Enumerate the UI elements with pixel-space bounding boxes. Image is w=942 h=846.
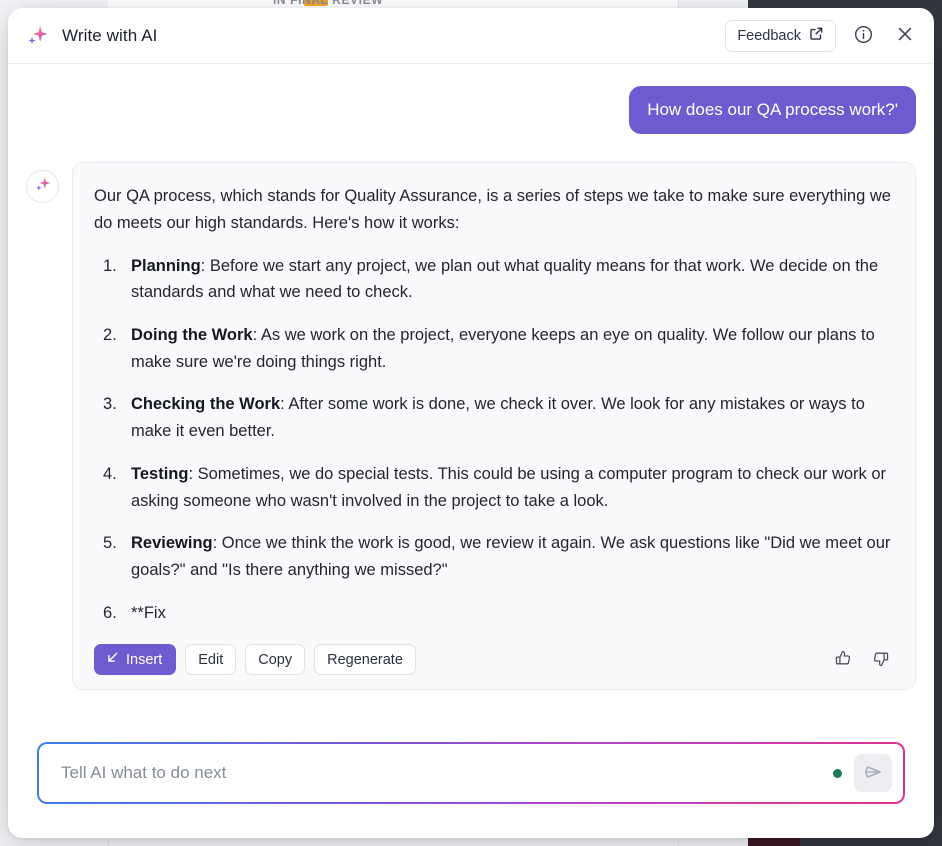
list-item: **Fix [94, 600, 894, 627]
ai-response-card: Our QA process, which stands for Quality… [72, 162, 916, 691]
page-title: Write with AI [62, 25, 158, 45]
external-link-icon [809, 26, 824, 45]
list-item-lead: Doing the Work [131, 325, 253, 344]
user-message-row: How does our QA process work?' [26, 86, 916, 135]
list-item-body: : Once we think the work is good, we rev… [131, 534, 891, 579]
status-indicator-dot [833, 768, 842, 778]
list-item: Reviewing: Once we think the work is goo… [94, 530, 894, 583]
list-item-lead: Planning [131, 256, 201, 275]
info-circle-icon-button[interactable] [848, 21, 878, 51]
ai-message-row: Our QA process, which stands for Quality… [26, 162, 916, 691]
avatar [26, 170, 59, 204]
list-item-lead: Testing [131, 464, 189, 483]
backdrop-card-label: IN FINAL REVIEW [273, 0, 384, 7]
dialog-header: Write with AI Feedback [8, 8, 934, 64]
sparkle-icon [24, 23, 50, 49]
list-item-body: **Fix [131, 603, 166, 622]
composer-gradient-border [37, 742, 905, 804]
thumbs-up-icon [834, 649, 853, 671]
insert-button-label: Insert [126, 651, 163, 668]
list-item: Planning: Before we start any project, w… [94, 253, 894, 306]
list-item-body: : Before we start any project, we plan o… [131, 256, 879, 302]
list-item-lead: Reviewing [131, 534, 213, 553]
close-icon [895, 24, 915, 47]
arrow-down-left-icon [105, 650, 120, 669]
prompt-input[interactable] [61, 744, 821, 802]
edit-button[interactable]: Edit [185, 644, 237, 676]
close-button[interactable] [890, 21, 920, 51]
insert-button[interactable]: Insert [94, 644, 177, 676]
edit-button-label: Edit [198, 651, 224, 668]
list-item: Doing the Work: As we work on the projec… [94, 322, 894, 375]
composer-zone [8, 722, 934, 838]
list-item-body: : Sometimes, we do special tests. This c… [131, 464, 887, 510]
ai-response-list: Planning: Before we start any project, w… [94, 253, 894, 627]
sparkle-icon [33, 175, 52, 199]
thumbs-down-icon [871, 649, 890, 671]
send-paper-plane-icon [863, 762, 883, 785]
composer-inner [39, 744, 903, 802]
conversation-area: How does our QA process work?' Our QA pr… [8, 64, 934, 722]
info-circle-icon [853, 24, 874, 48]
list-item: Checking the Work: After some work is do… [94, 391, 894, 444]
send-button[interactable] [854, 754, 892, 792]
ai-response-actions: Insert Edit Copy Regenerate [94, 644, 894, 676]
list-item: Testing: Sometimes, we do special tests.… [94, 461, 894, 514]
list-item-lead: Checking the Work [131, 395, 281, 414]
user-message-bubble: How does our QA process work?' [629, 86, 916, 135]
copy-button[interactable]: Copy [245, 644, 306, 676]
feedback-button[interactable]: Feedback [725, 19, 836, 52]
write-with-ai-dialog: Write with AI Feedback How does our QA p… [8, 8, 934, 838]
regenerate-button-label: Regenerate [327, 651, 403, 668]
copy-button-label: Copy [258, 651, 293, 668]
feedback-button-label: Feedback [737, 27, 801, 44]
ai-response-intro: Our QA process, which stands for Quality… [94, 187, 891, 232]
thumbs-down-button[interactable] [866, 646, 894, 674]
regenerate-button[interactable]: Regenerate [314, 644, 416, 676]
thumbs-up-button[interactable] [829, 646, 857, 674]
